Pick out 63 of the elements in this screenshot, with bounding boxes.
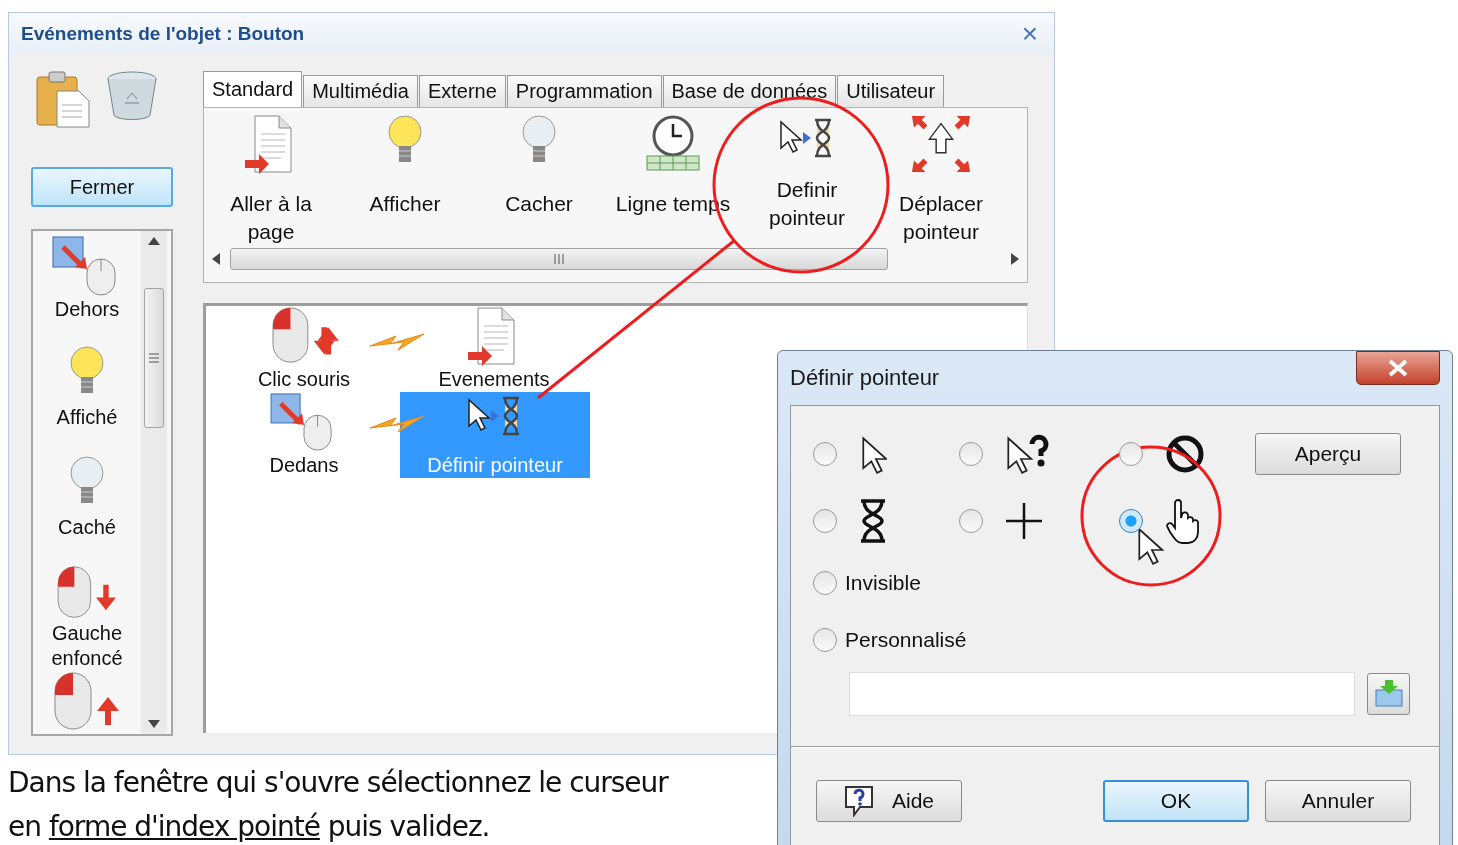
preview-button[interactable]: Aperçu (1255, 432, 1401, 475)
vertical-scrollbar[interactable] (141, 231, 167, 734)
crosshair-icon (1005, 501, 1043, 540)
clock-icon (643, 114, 703, 174)
radio-button[interactable] (1119, 441, 1143, 466)
help-icon (844, 785, 876, 817)
close-button[interactable] (1356, 351, 1440, 385)
clipboard-icon (35, 69, 91, 129)
no-symbol-icon (1165, 433, 1205, 474)
event-node[interactable]: Clic souris (244, 306, 364, 392)
tab[interactable]: Programmation (506, 75, 662, 107)
scrollbar-thumb[interactable] (230, 248, 888, 270)
import-icon (1373, 680, 1404, 708)
tab[interactable]: Externe (418, 75, 506, 107)
close-button[interactable]: × (1017, 20, 1042, 48)
event-node[interactable]: Dedans (244, 392, 364, 478)
event-list-item[interactable]: Caché (58, 451, 116, 561)
arrow-cursor-icon (859, 433, 887, 474)
event-list-item[interactable]: Dehors (51, 231, 123, 341)
radio-button[interactable] (813, 508, 837, 533)
action-item[interactable]: Cacher (472, 108, 606, 246)
event-list-item[interactable]: Gauche enfoncé (39, 561, 135, 671)
help-button[interactable]: Aide (816, 780, 962, 822)
move-arrows-icon (909, 114, 973, 174)
radio-button[interactable] (1119, 508, 1143, 533)
scroll-right-icon (1011, 253, 1019, 265)
grip-icon (149, 352, 159, 363)
tab[interactable]: Standard (203, 71, 303, 107)
scroll-up-icon (148, 237, 160, 245)
cancel-button[interactable]: Annuler (1265, 780, 1411, 822)
option-label: Invisible (845, 570, 921, 595)
path-field[interactable] (849, 672, 1355, 716)
option-label: Personnalisé (845, 627, 967, 652)
scrollbar-thumb[interactable] (144, 287, 164, 428)
radio-button[interactable] (813, 441, 837, 466)
event-list-item[interactable]: Affiché (56, 341, 118, 451)
action-item[interactable]: Aller à la page (204, 108, 338, 246)
grip-icon (553, 254, 565, 264)
dialog-title: Définir pointeur (790, 365, 940, 391)
recycle-bin-icon (105, 69, 159, 123)
hourglass-icon (859, 497, 887, 544)
window-title: Evénements de l'objet : Bouton (21, 23, 305, 45)
radio-button[interactable] (959, 441, 983, 466)
hand-cursor-icon (1165, 497, 1199, 544)
radio-button[interactable] (813, 627, 837, 652)
event-node[interactable]: Evenements (434, 306, 554, 392)
mouse-pointer-icon (1136, 526, 1166, 566)
close-button[interactable]: Fermer (31, 167, 173, 207)
scroll-left-icon (212, 253, 220, 265)
radio-button[interactable] (959, 508, 983, 533)
action-item[interactable]: Definir pointeur (740, 108, 874, 246)
help-cursor-icon (1005, 433, 1051, 474)
radio-button[interactable] (813, 570, 837, 595)
action-item[interactable]: Déplacer pointeur (874, 108, 1008, 246)
tab[interactable]: Multimédia (303, 75, 418, 107)
action-item[interactable]: Afficher (338, 108, 472, 246)
browse-button[interactable] (1367, 673, 1410, 715)
tab[interactable]: Utilisateur (837, 75, 945, 107)
tab[interactable]: Base de données (662, 75, 837, 107)
close-icon (1387, 359, 1409, 377)
instruction-text: Dans la fenêtre qui s'ouvre sélectionnez le curseur en forme d'index pointé puis validez. (8, 765, 670, 845)
ok-button[interactable]: OK (1103, 780, 1249, 822)
scroll-down-icon (148, 720, 160, 728)
